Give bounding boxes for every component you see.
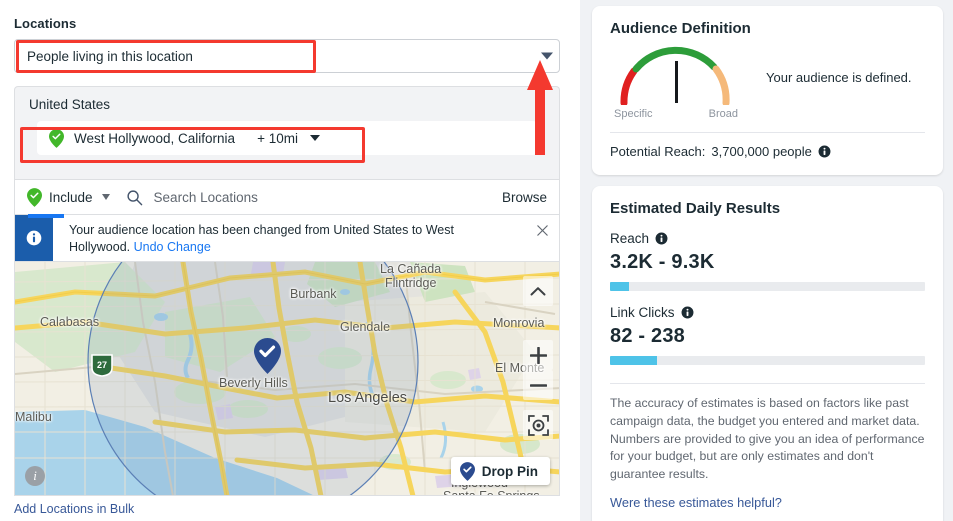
svg-text:27: 27 <box>97 360 107 370</box>
green-check-pin-icon <box>49 128 64 148</box>
map-label-los-angeles: Los Angeles <box>328 390 408 406</box>
metric-bar-reach <box>610 282 925 291</box>
browse-button[interactable]: Browse <box>502 190 547 205</box>
map-label-flintridge: Flintridge <box>385 276 437 290</box>
potential-reach-value: 3,700,000 people <box>711 144 812 159</box>
estimates-divider <box>610 383 925 384</box>
map-zoom-in-button[interactable] <box>523 340 553 370</box>
estimates-helpful-link[interactable]: Were these estimates helpful? <box>610 495 782 510</box>
metric-bar-link-clicks <box>610 356 925 365</box>
search-icon <box>126 189 142 205</box>
info-icon[interactable] <box>681 306 694 319</box>
metric-bar-fill-reach <box>610 282 629 291</box>
included-locations-list: United States West Hollywood, California… <box>14 86 560 179</box>
audience-definition-card: Audience Definition Specific Broad Your … <box>592 6 943 175</box>
location-chip-name: West Hollywood, California <box>74 130 236 146</box>
audience-gauge: Specific Broad <box>610 43 760 120</box>
location-type-select-value: People living in this location <box>27 48 193 64</box>
location-chip-radius[interactable]: + 10mi <box>257 131 298 146</box>
locations-section-label: Locations <box>14 16 77 31</box>
info-icon[interactable] <box>655 232 668 245</box>
ad-location-targeting-screen: Locations People living in this location… <box>0 0 953 521</box>
search-focus-accent-bar <box>28 214 64 218</box>
metric-value-reach: 3.2K - 9.3K <box>610 251 715 273</box>
info-icon <box>26 230 42 246</box>
map-label-beverly-hills: Beverly Hills <box>219 376 288 390</box>
annotation-red-arrow <box>527 60 553 155</box>
audience-state-text: Your audience is defined. <box>766 70 912 85</box>
audience-divider <box>610 132 925 133</box>
map-locate-button[interactable] <box>523 410 553 440</box>
banner-icon-container <box>15 215 53 261</box>
location-changed-banner: Your audience location has been changed … <box>14 215 560 262</box>
estimates-sidebar: Audience Definition Specific Broad Your … <box>580 0 953 521</box>
metric-bar-fill-link-clicks <box>610 356 658 365</box>
location-type-select[interactable]: People living in this location <box>14 39 560 73</box>
metric-name: Reach <box>610 231 650 246</box>
estimated-results-title: Estimated Daily Results <box>610 200 781 217</box>
banner-text-container: Your audience location has been changed … <box>53 215 525 261</box>
radius-chevron-down-icon[interactable] <box>309 135 320 141</box>
zoom-out-icon <box>529 383 547 387</box>
metric-label-link-clicks: Link Clicks <box>610 305 925 320</box>
map-zoom-out-button[interactable] <box>523 370 553 400</box>
estimated-daily-results-card: Estimated Daily Results Reach 3.2K - 9.3… <box>592 186 943 521</box>
undo-change-link[interactable]: Undo Change <box>134 240 211 254</box>
chevron-down-icon[interactable] <box>541 52 553 60</box>
search-locations-input[interactable]: Search Locations <box>154 190 258 205</box>
gauge-tick-labels: Specific Broad <box>614 108 738 120</box>
gauge-tick-broad: Broad <box>708 108 738 120</box>
metric-name: Link Clicks <box>610 305 675 320</box>
map-collapse-button[interactable] <box>523 276 553 306</box>
country-group-label: United States <box>29 97 111 112</box>
banner-close-button[interactable] <box>525 215 559 261</box>
location-chip-west-hollywood[interactable]: West Hollywood, California + 10mi <box>37 121 537 155</box>
estimates-disclaimer: The accuracy of estimates is based on fa… <box>610 396 925 482</box>
close-icon <box>536 225 548 236</box>
locate-me-icon <box>527 414 549 436</box>
route-shield-27-icon: 27 <box>91 354 113 377</box>
gauge-dial-icon <box>620 46 730 107</box>
drop-pin-label: Drop Pin <box>481 463 538 479</box>
map-label-santa-fe-springs: Santa Fe Springs <box>443 489 540 496</box>
drop-pin-icon <box>459 461 475 481</box>
blue-check-marker-icon[interactable] <box>254 338 281 374</box>
chevron-up-icon <box>530 286 546 295</box>
metric-value-link-clicks: 82 - 238 <box>610 325 685 347</box>
map-label-calabasas: Calabasas <box>40 315 100 329</box>
potential-reach-row: Potential Reach: 3,700,000 people <box>610 144 925 159</box>
drop-pin-button[interactable]: Drop Pin <box>450 457 550 485</box>
include-pin-icon <box>27 187 42 207</box>
add-locations-in-bulk-link[interactable]: Add Locations in Bulk <box>14 502 134 516</box>
map-label-la-canada: La Cañada <box>380 262 442 276</box>
metric-label-reach: Reach <box>610 231 925 246</box>
locations-panel: Locations People living in this location… <box>14 0 565 521</box>
zoom-in-icon <box>529 346 547 364</box>
audience-gauge-row: Specific Broad Your audience is defined. <box>610 43 925 120</box>
banner-message: Your audience location has been changed … <box>69 223 454 255</box>
location-map[interactable]: Burbank La Cañada Flintridge Calabasas G… <box>14 262 560 496</box>
location-search-row: Include Search Locations Browse <box>14 179 560 215</box>
map-info-icon[interactable]: i <box>25 466 45 486</box>
map-label-glendale: Glendale <box>340 320 391 334</box>
include-exclude-label[interactable]: Include <box>49 190 93 205</box>
audience-definition-title: Audience Definition <box>610 20 751 37</box>
info-icon[interactable] <box>818 145 831 158</box>
include-chevron-down-icon[interactable] <box>101 194 110 200</box>
location-type-select-wrapper: People living in this location <box>14 39 565 73</box>
map-label-burbank: Burbank <box>290 287 337 301</box>
potential-reach-label: Potential Reach: <box>610 144 706 159</box>
map-label-malibu: Malibu <box>15 410 52 424</box>
map-label-monrovia: Monrovia <box>493 316 545 330</box>
gauge-tick-specific: Specific <box>614 108 653 120</box>
